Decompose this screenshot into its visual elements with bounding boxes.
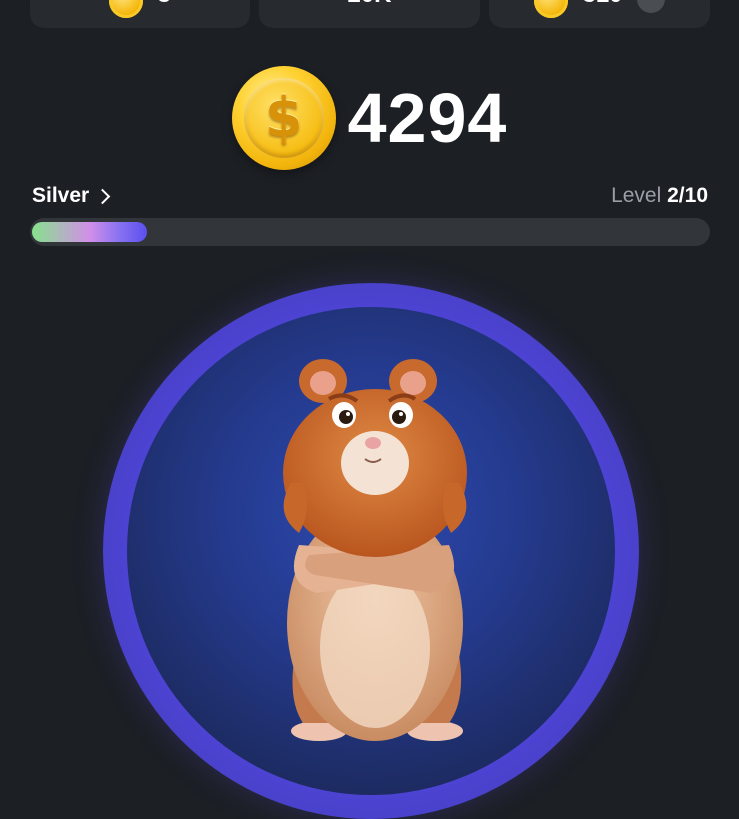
stat-card-profit[interactable]: 3	[30, 0, 250, 28]
league-link[interactable]: Silver	[32, 184, 111, 208]
stat-card-profit-per-hour[interactable]: 310	[489, 0, 710, 28]
balance-display: $ 4294	[0, 66, 739, 170]
hamster-character	[283, 359, 467, 741]
level-progress-fill	[32, 222, 147, 242]
league-name: Silver	[32, 184, 90, 207]
level-value: 2/10	[667, 184, 708, 207]
stat-card-upgrade[interactable]: 20K	[259, 0, 480, 28]
stat-value: 20K	[347, 0, 391, 9]
coin-icon	[534, 0, 569, 18]
info-icon[interactable]	[636, 0, 665, 13]
coin-icon	[109, 0, 144, 18]
dollar-coin-icon: $	[231, 66, 336, 170]
chevron-right-icon	[94, 188, 111, 204]
level-label: Level	[611, 184, 662, 207]
stat-value: 310	[582, 0, 622, 9]
level-progress-bar	[30, 218, 710, 246]
level-indicator: Level 2/10	[611, 184, 708, 208]
stat-value: 3	[157, 0, 170, 9]
balance-value: 4294	[347, 79, 508, 157]
league-row: Silver Level 2/10	[32, 184, 708, 208]
tap-button[interactable]	[103, 283, 639, 819]
